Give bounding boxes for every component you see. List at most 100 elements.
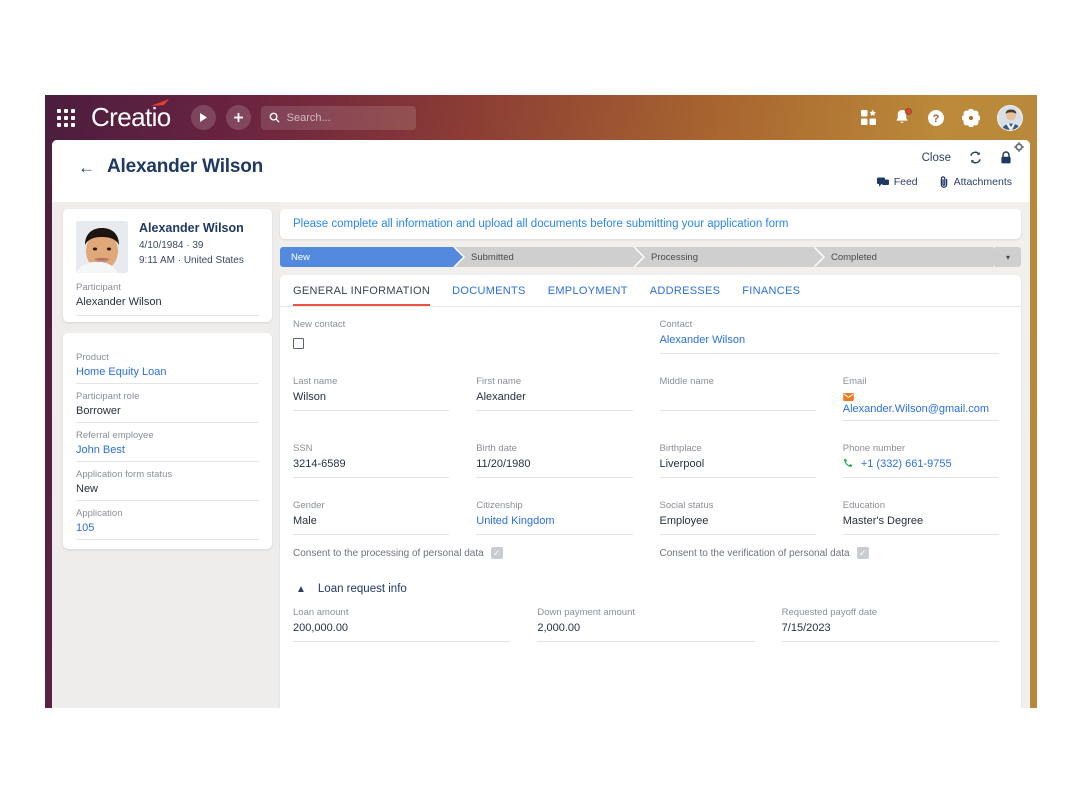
plus-icon <box>233 112 244 123</box>
settings-gear-icon[interactable] <box>962 109 980 127</box>
detail-value[interactable]: 105 <box>76 522 259 534</box>
section-title: Loan request info <box>318 583 407 595</box>
participant-field: Participant Alexander Wilson <box>76 282 259 316</box>
close-button[interactable]: Close <box>922 152 951 164</box>
detail-value[interactable]: New <box>76 483 259 495</box>
field-value: +1 (332) 661-9755 <box>861 458 952 470</box>
loan-request-info-section-header[interactable]: ▲ Loan request info <box>280 559 1021 595</box>
tab-addresses[interactable]: ADDRESSES <box>650 285 721 306</box>
stage-progress-bar: New Submitted Processing Completed ▾ <box>280 247 1021 267</box>
form-row-1: Last name Wilson First name Alexander Mi… <box>280 364 1021 431</box>
play-icon <box>199 113 208 122</box>
app-window: Creatio Search... <box>45 95 1037 708</box>
refresh-icon[interactable] <box>969 151 982 164</box>
detail-value[interactable]: Borrower <box>76 405 259 417</box>
field-value[interactable]: 2,000.00 <box>537 622 754 642</box>
field-value[interactable]: Employee <box>660 515 816 535</box>
search-input[interactable]: Search... <box>261 106 416 130</box>
field-last-name: Last name Wilson <box>293 376 449 431</box>
field-value[interactable]: Liverpool <box>660 458 816 478</box>
consent-row: Consent to the processing of personal da… <box>280 545 1021 559</box>
field-value[interactable]: United Kingdom <box>476 515 632 535</box>
profile-info: Alexander Wilson 4/10/1984 · 39 9:11 AM … <box>139 221 244 273</box>
field-value[interactable]: Alexander Wilson <box>660 334 1000 354</box>
stage-new[interactable]: New <box>280 247 453 267</box>
consent-label: Consent to the verification of personal … <box>660 548 850 559</box>
field-value[interactable]: Master's Degree <box>843 515 999 535</box>
detail-value[interactable]: John Best <box>76 444 259 456</box>
profile-photo <box>76 221 128 273</box>
apps-grid-icon[interactable] <box>55 107 77 129</box>
run-process-button[interactable] <box>191 105 216 130</box>
consent-processing-checkbox[interactable]: ✓ <box>491 547 503 559</box>
lock-icon[interactable] <box>1000 151 1012 164</box>
tab-general-information[interactable]: GENERAL INFORMATION <box>293 285 430 306</box>
consent-verification[interactable]: Consent to the verification of personal … <box>660 547 1000 559</box>
notifications-icon[interactable] <box>894 109 910 126</box>
field-value[interactable]: 7/15/2023 <box>782 622 999 642</box>
consent-verification-checkbox[interactable]: ✓ <box>857 547 869 559</box>
profile-time: 9:11 AM · United States <box>139 254 244 269</box>
field-label: Middle name <box>660 376 816 387</box>
field-label: Gender <box>293 500 449 511</box>
field-label: Citizenship <box>476 500 632 511</box>
stage-processing[interactable]: Processing <box>635 247 813 267</box>
field-value[interactable]: Alexander <box>476 391 632 411</box>
svg-text:?: ? <box>933 113 940 125</box>
back-button[interactable]: ← <box>78 159 95 176</box>
field-value[interactable] <box>660 391 816 411</box>
logo-swoosh-icon <box>151 99 171 107</box>
form-row-contact: New contact Contact Alexander Wilson <box>280 307 1021 364</box>
field-label: Education <box>843 500 999 511</box>
field-label: New contact <box>293 319 633 330</box>
marketplace-icon[interactable] <box>860 109 877 126</box>
field-loan-amount: Loan amount 200,000.00 <box>293 607 510 652</box>
detail-product: Product Home Equity Loan <box>76 345 259 384</box>
field-value[interactable]: Wilson <box>293 391 449 411</box>
field-requested-payoff-date: Requested payoff date 7/15/2023 <box>782 607 999 652</box>
content-panel: GENERAL INFORMATION DOCUMENTS EMPLOYMENT… <box>280 275 1021 708</box>
feed-icon <box>877 177 889 188</box>
field-social-status: Social status Employee <box>660 500 816 545</box>
field-label: Email <box>843 376 999 387</box>
participant-label: Participant <box>76 282 259 293</box>
consent-processing[interactable]: Consent to the processing of personal da… <box>293 547 633 559</box>
attachments-button[interactable]: Attachments <box>940 176 1012 188</box>
field-value-wrap[interactable]: Alexander.Wilson@gmail.com <box>843 391 999 421</box>
field-label: Contact <box>660 319 1000 330</box>
stage-submitted[interactable]: Submitted <box>455 247 633 267</box>
chevron-up-icon: ▲ <box>296 584 306 595</box>
field-value[interactable]: 3214-6589 <box>293 458 449 478</box>
top-navigation-bar: Creatio Search... <box>45 95 1037 140</box>
stage-completed[interactable]: Completed <box>815 247 993 267</box>
tab-documents[interactable]: DOCUMENTS <box>452 285 526 306</box>
field-gender: Gender Male <box>293 500 449 545</box>
add-button[interactable] <box>226 105 251 130</box>
user-avatar[interactable] <box>997 105 1023 131</box>
field-value[interactable]: 200,000.00 <box>293 622 510 642</box>
detail-value[interactable]: Home Equity Loan <box>76 366 259 378</box>
field-value[interactable]: Male <box>293 515 449 535</box>
profile-name: Alexander Wilson <box>139 221 244 235</box>
stage-label: Submitted <box>471 252 514 263</box>
field-value: Alexander.Wilson@gmail.com <box>843 403 989 415</box>
field-value-wrap[interactable]: +1 (332) 661-9755 <box>843 458 999 478</box>
new-contact-checkbox[interactable] <box>293 338 304 349</box>
page-settings-gear-icon[interactable] <box>1014 142 1024 152</box>
field-value[interactable]: 11/20/1980 <box>476 458 632 478</box>
detail-label: Application <box>76 508 259 519</box>
help-icon[interactable]: ? <box>927 109 945 127</box>
field-citizenship: Citizenship United Kingdom <box>476 500 632 545</box>
form-row-3: Gender Male Citizenship United Kingdom S… <box>280 488 1021 545</box>
field-label: Phone number <box>843 443 999 454</box>
tab-employment[interactable]: EMPLOYMENT <box>548 285 628 306</box>
feed-button[interactable]: Feed <box>877 176 918 188</box>
field-birthplace: Birthplace Liverpool <box>660 443 816 488</box>
detail-application: Application 105 <box>76 501 259 540</box>
field-education: Education Master's Degree <box>843 500 999 545</box>
form-row-2: SSN 3214-6589 Birth date 11/20/1980 Birt… <box>280 431 1021 488</box>
header-actions: Close <box>922 151 1012 164</box>
stage-label: Processing <box>651 252 698 263</box>
details-card: Product Home Equity Loan Participant rol… <box>63 333 272 549</box>
tab-finances[interactable]: FINANCES <box>742 285 800 306</box>
